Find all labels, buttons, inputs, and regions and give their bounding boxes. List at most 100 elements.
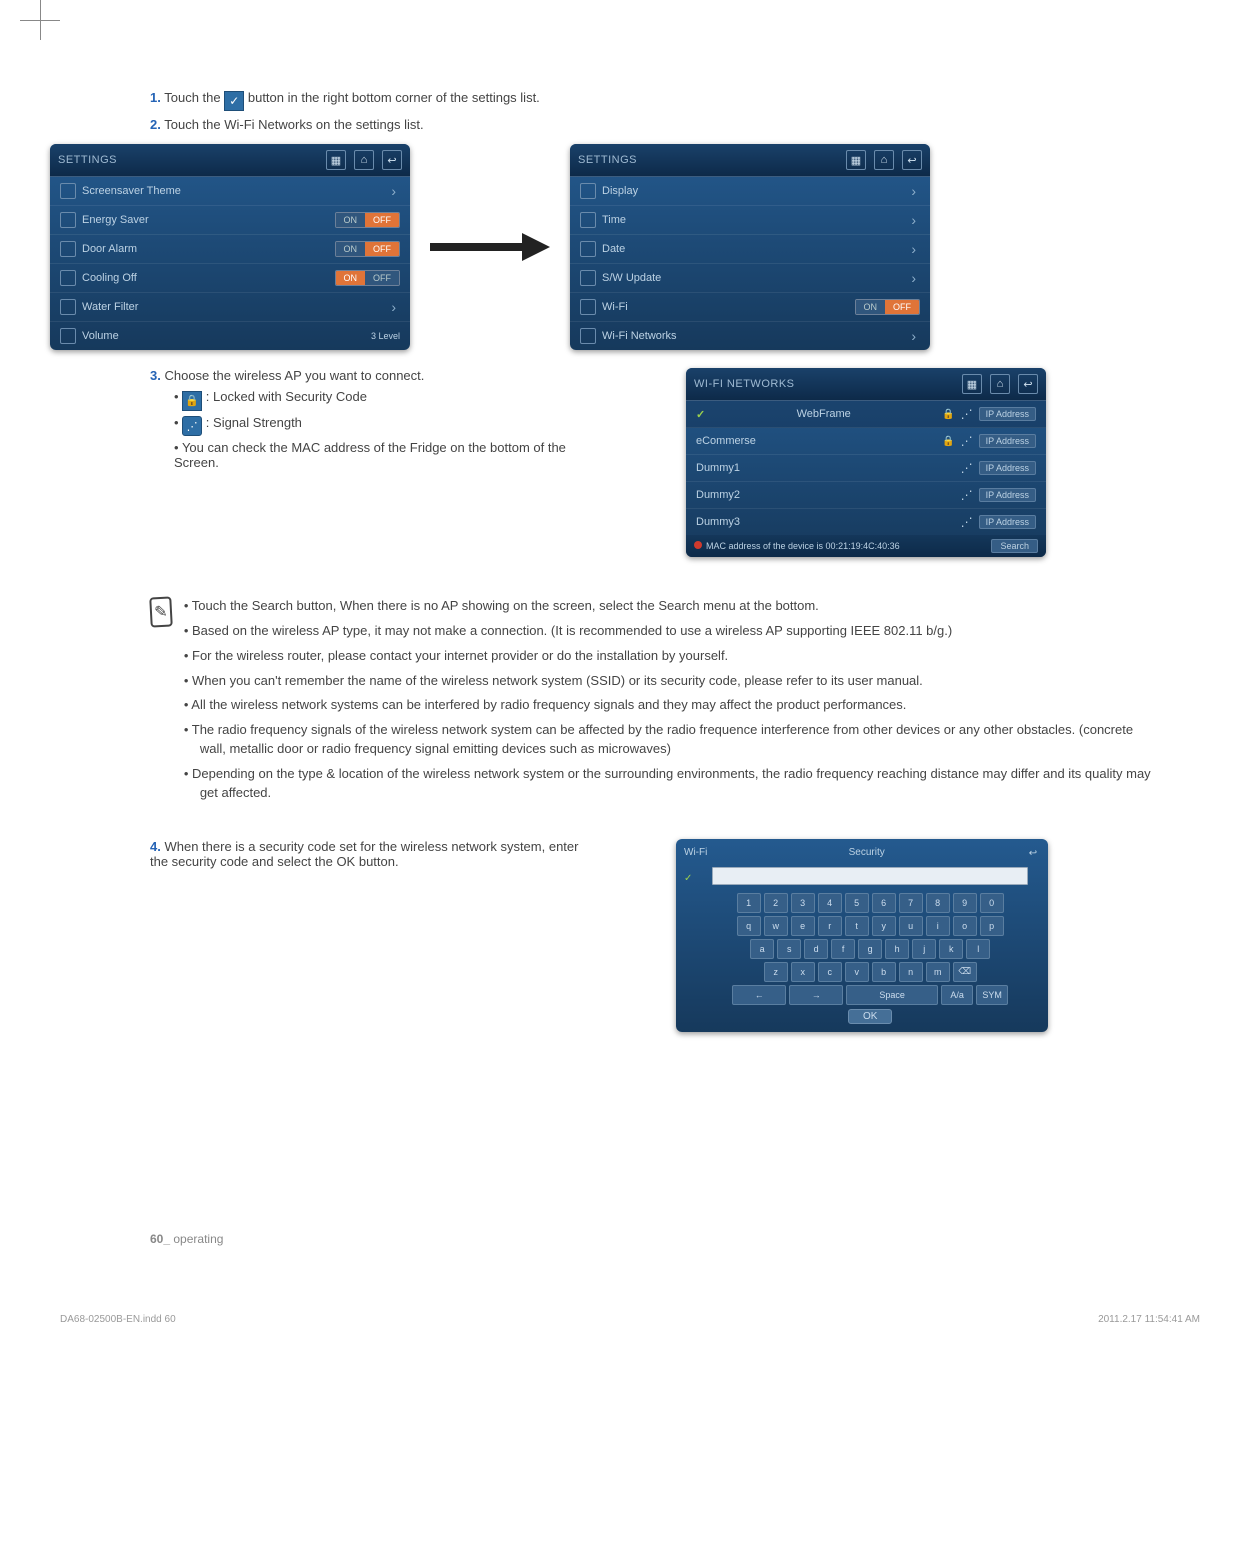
keyboard-key[interactable]: 2	[764, 893, 788, 913]
keyboard-key[interactable]: 5	[845, 893, 869, 913]
back-icon[interactable]: ↩	[902, 150, 922, 170]
back-icon[interactable]: ↩	[1026, 847, 1040, 861]
lock-icon: 🔒	[942, 436, 954, 447]
level-value: 3 Level	[371, 331, 400, 341]
toggle[interactable]: ONOFF	[335, 212, 401, 228]
keyboard-key[interactable]: d	[804, 939, 828, 959]
wifi-icon	[580, 328, 596, 344]
keyboard-key[interactable]: w	[764, 916, 788, 936]
settings-panel-left: SETTINGS ▦ ⌂ ↩ Screensaver Theme›Energy …	[50, 144, 410, 350]
toggle[interactable]: ONOFF	[335, 270, 401, 286]
ok-button[interactable]: OK	[848, 1009, 892, 1024]
signal-icon: ⋰	[961, 407, 973, 421]
toggle[interactable]: ONOFF	[335, 241, 401, 257]
wifi-network-row[interactable]: Dummy3⋰IP Address	[686, 509, 1046, 535]
note-item: Based on the wireless AP type, it may no…	[184, 622, 1160, 641]
alt-key[interactable]: A/a	[941, 985, 973, 1005]
settings-row[interactable]: Wi-Fi Networks›	[570, 322, 930, 350]
keyboard-key[interactable]: p	[980, 916, 1004, 936]
keyboard-key[interactable]: u	[899, 916, 923, 936]
security-input[interactable]	[712, 867, 1028, 885]
keyboard-key[interactable]: r	[818, 916, 842, 936]
settings-row[interactable]: Time›	[570, 206, 930, 235]
keyboard-key[interactable]: t	[845, 916, 869, 936]
ip-address-button[interactable]: IP Address	[979, 488, 1036, 502]
search-button[interactable]: Search	[991, 539, 1038, 553]
save-icon[interactable]: ▦	[846, 150, 866, 170]
keyboard-key[interactable]: s	[777, 939, 801, 959]
wifi-network-row[interactable]: Dummy1⋰IP Address	[686, 455, 1046, 482]
settings-row[interactable]: S/W Update›	[570, 264, 930, 293]
keyboard-key[interactable]: b	[872, 962, 896, 982]
space-key[interactable]: Space	[846, 985, 938, 1005]
filter-icon	[60, 299, 76, 315]
note-icon: ✎	[149, 596, 172, 627]
toggle[interactable]: ONOFF	[855, 299, 921, 315]
panel-b-rows: Display›Time›Date›S/W Update›Wi-FiONOFFW…	[570, 177, 930, 350]
ip-address-button[interactable]: IP Address	[979, 515, 1036, 529]
settings-row[interactable]: Screensaver Theme›	[50, 177, 410, 206]
keyboard-key[interactable]: n	[899, 962, 923, 982]
wifi-network-row[interactable]: Dummy2⋰IP Address	[686, 482, 1046, 509]
ip-address-button[interactable]: IP Address	[979, 434, 1036, 448]
keyboard-key[interactable]: z	[764, 962, 788, 982]
keyboard-key[interactable]: 1	[737, 893, 761, 913]
keyboard-key[interactable]: m	[926, 962, 950, 982]
key-left[interactable]: ←	[732, 985, 786, 1005]
step-3-signal-text: : Signal Strength	[206, 415, 302, 430]
settings-row[interactable]: Date›	[570, 235, 930, 264]
step-3-mac: You can check the MAC address of the Fri…	[174, 440, 580, 470]
step-2-number: 2.	[150, 117, 161, 132]
home-icon[interactable]: ⌂	[354, 150, 374, 170]
keyboard-key[interactable]: x	[791, 962, 815, 982]
keyboard-key[interactable]: y	[872, 916, 896, 936]
keyboard-key[interactable]: l	[966, 939, 990, 959]
keyboard-key[interactable]: e	[791, 916, 815, 936]
key-right[interactable]: →	[789, 985, 843, 1005]
mac-address-text: MAC address of the device is 00:21:19:4C…	[694, 541, 900, 551]
keyboard-key[interactable]: 8	[926, 893, 950, 913]
settings-row[interactable]: Volume3 Level	[50, 322, 410, 350]
settings-row[interactable]: Display›	[570, 177, 930, 206]
keyboard-key[interactable]: k	[939, 939, 963, 959]
keyboard-key[interactable]: o	[953, 916, 977, 936]
keyboard-key[interactable]: 0	[980, 893, 1004, 913]
save-icon[interactable]: ▦	[326, 150, 346, 170]
keyboard-key[interactable]: 6	[872, 893, 896, 913]
keyboard-key[interactable]: 4	[818, 893, 842, 913]
settings-row[interactable]: Wi-FiONOFF	[570, 293, 930, 322]
ip-address-button[interactable]: IP Address	[979, 461, 1036, 475]
settings-row[interactable]: Cooling OffONOFF	[50, 264, 410, 293]
wifi-network-row[interactable]: eCommerse🔒⋰IP Address	[686, 428, 1046, 455]
save-icon[interactable]: ▦	[962, 374, 982, 394]
keyboard-panel: Wi-Fi Security ↩ ✓ 1234567890qwertyuiopa…	[676, 839, 1048, 1032]
back-icon[interactable]: ↩	[1018, 374, 1038, 394]
keyboard-key[interactable]: v	[845, 962, 869, 982]
print-file: DA68-02500B-EN.indd 60	[60, 1314, 176, 1325]
keyboard-key[interactable]: j	[912, 939, 936, 959]
keyboard-key[interactable]: c	[818, 962, 842, 982]
chevron-right-icon: ›	[907, 328, 920, 344]
arrow-icon	[430, 235, 550, 259]
wifi-network-row[interactable]: WebFrame🔒⋰IP Address	[686, 401, 1046, 428]
keyboard-key[interactable]: 9	[953, 893, 977, 913]
sym-key[interactable]: SYM	[976, 985, 1008, 1005]
home-icon[interactable]: ⌂	[874, 150, 894, 170]
settings-row[interactable]: Energy SaverONOFF	[50, 206, 410, 235]
check-icon: ✓	[224, 91, 244, 111]
keyboard-key[interactable]: a	[750, 939, 774, 959]
keyboard-key[interactable]: ⌫	[953, 962, 977, 982]
keyboard-key[interactable]: q	[737, 916, 761, 936]
settings-row[interactable]: Water Filter›	[50, 293, 410, 322]
keyboard-key[interactable]: 3	[791, 893, 815, 913]
keyboard-key[interactable]: 7	[899, 893, 923, 913]
back-icon[interactable]: ↩	[382, 150, 402, 170]
ip-address-button[interactable]: IP Address	[979, 407, 1036, 421]
keyboard-key[interactable]: h	[885, 939, 909, 959]
keyboard-key[interactable]: g	[858, 939, 882, 959]
settings-row[interactable]: Door AlarmONOFF	[50, 235, 410, 264]
home-icon[interactable]: ⌂	[990, 374, 1010, 394]
step-3-mac-text: You can check the MAC address of the Fri…	[174, 440, 566, 470]
keyboard-key[interactable]: f	[831, 939, 855, 959]
keyboard-key[interactable]: i	[926, 916, 950, 936]
